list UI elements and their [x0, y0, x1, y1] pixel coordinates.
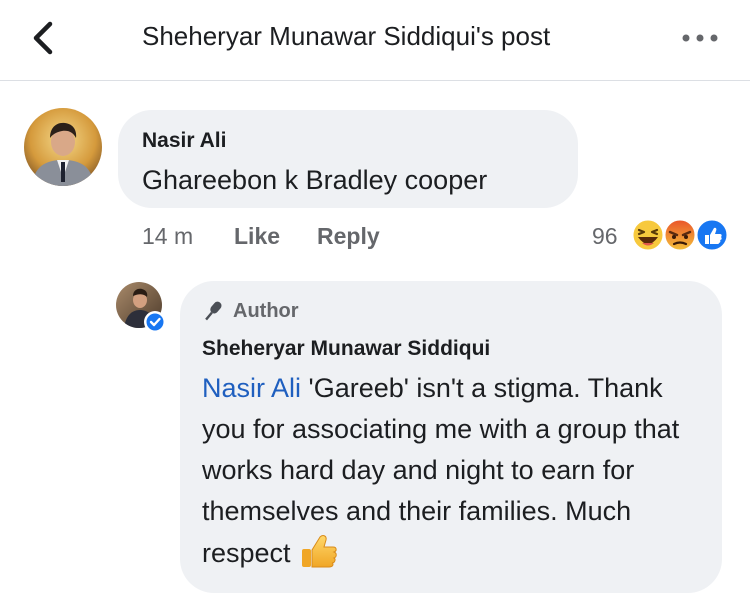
- avatar[interactable]: [24, 108, 102, 186]
- chevron-left-icon: [33, 21, 53, 55]
- comment-text: Ghareebon k Bradley cooper: [142, 165, 488, 195]
- page-title: Sheheryar Munawar Siddiqui's post: [142, 21, 551, 51]
- author-avatar[interactable]: [116, 282, 166, 333]
- like-button[interactable]: Like: [234, 222, 280, 250]
- comment-author-name[interactable]: Nasir Ali: [142, 128, 226, 154]
- reactions-summary[interactable]: [628, 216, 732, 254]
- thumbs-up-icon: [299, 532, 339, 582]
- reply-text: Nasir Ali 'Gareeb' isn't a stigma. Thank…: [202, 368, 712, 582]
- reply-button[interactable]: Reply: [317, 222, 380, 250]
- author-badge-label: Author: [233, 300, 299, 322]
- back-button[interactable]: [22, 16, 66, 60]
- verified-badge-icon: [144, 311, 166, 333]
- author-badge: Author: [201, 297, 299, 325]
- like-reaction-icon: [694, 217, 730, 253]
- angry-reaction-icon: [662, 217, 698, 253]
- more-dots-icon: [682, 34, 718, 42]
- top-bar: Sheheryar Munawar Siddiqui's post: [0, 0, 750, 81]
- more-options-button[interactable]: [678, 26, 722, 50]
- mention-link[interactable]: Nasir Ali: [202, 373, 301, 403]
- reply-author-name[interactable]: Sheheryar Munawar Siddiqui: [202, 336, 490, 362]
- microphone-icon: [205, 301, 222, 321]
- haha-reaction-icon: [630, 217, 666, 253]
- reaction-count[interactable]: 96: [592, 222, 618, 250]
- comment-timestamp[interactable]: 14 m: [142, 222, 193, 250]
